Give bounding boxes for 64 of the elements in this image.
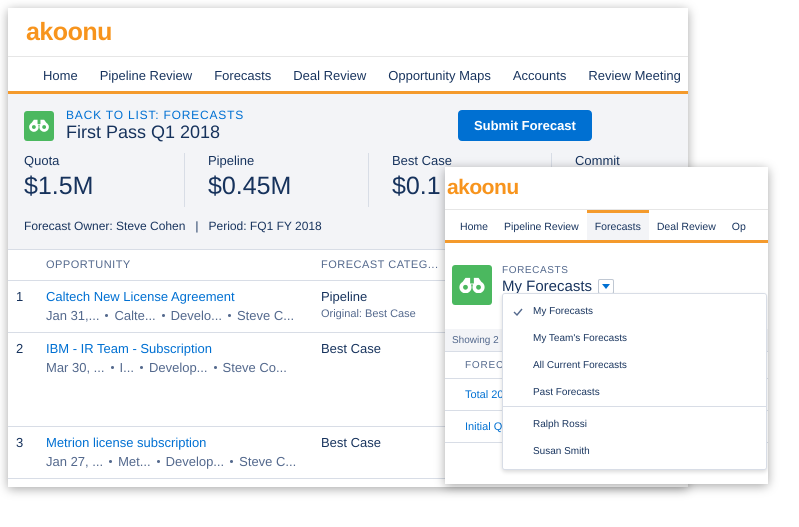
stat-value: $1.5M — [24, 172, 94, 201]
nav-tab[interactable]: Deal Review — [282, 57, 378, 91]
record-count: Showing 2 — [452, 334, 499, 346]
nav-tab[interactable]: Pipeline Review — [88, 57, 204, 91]
meta-text: Steve C... — [239, 454, 296, 469]
back-link[interactable]: BACK TO LIST: FORECASTS — [66, 108, 244, 122]
stat-label: Commit — [575, 153, 620, 168]
meta-text: Steve C... — [236, 308, 294, 323]
meta-text: Mar 30, ... — [46, 360, 105, 375]
stat-label: Quota — [24, 153, 60, 168]
submit-button[interactable]: Submit Forecast — [458, 110, 592, 141]
opportunity-link[interactable]: IBM - IR Team - Subscription — [46, 341, 212, 356]
menu-item[interactable]: My Forecasts — [503, 298, 766, 325]
nav-tab[interactable]: Home — [452, 210, 496, 240]
meta-text: I... — [120, 360, 134, 375]
nav-tab[interactable]: Accounts — [502, 57, 578, 91]
menu-item[interactable]: Past Forecasts — [503, 379, 766, 406]
category-cell: Pipeline — [321, 289, 368, 304]
stat-value: $0.1 — [392, 172, 441, 201]
owner-text: Forecast Owner: Steve Cohen — [24, 219, 186, 233]
menu-item[interactable]: My Team's Forecasts — [503, 325, 766, 352]
logo: akoonu — [26, 18, 112, 46]
nav-tab[interactable]: Forecasts — [203, 57, 282, 91]
column-header: OPPORTUNITY — [46, 259, 131, 271]
category-cell: Best Case — [321, 435, 381, 450]
opportunity-link[interactable]: Caltech New License Agreement — [46, 289, 235, 304]
stat-label: Pipeline — [208, 153, 254, 168]
period-text: Period: FQ1 FY 2018 — [208, 219, 322, 233]
nav-tab[interactable]: Opportunity Maps — [377, 57, 502, 91]
column-header: FORECAST CATEG... — [321, 259, 438, 271]
meta-text: Develop... — [148, 360, 208, 375]
meta-text: Develop... — [166, 454, 224, 469]
binoculars-icon — [28, 118, 50, 132]
menu-item[interactable]: Ralph Rossi — [503, 411, 766, 438]
nav-tab[interactable]: Forecasts — [586, 210, 649, 240]
meta-text: Met... — [118, 454, 151, 469]
menu-item[interactable]: All Current Forecasts — [503, 352, 766, 379]
stat-label: Best Case — [392, 153, 452, 168]
eyebrow-label: FORECASTS — [502, 265, 570, 276]
row-number: 3 — [15, 435, 24, 452]
original-note: Original: Best Case — [321, 308, 416, 320]
page-title: First Pass Q1 2018 — [66, 122, 222, 143]
nav-tab[interactable]: Deal Review — [648, 210, 724, 240]
meta-text: Jan 31,... — [46, 308, 100, 323]
separator: | — [195, 219, 199, 233]
opportunity-link[interactable]: Metrion license subscription — [46, 435, 206, 450]
meta-text: Steve Co... — [222, 360, 287, 375]
stat-value: $0.45M — [208, 172, 292, 201]
nav-tab[interactable]: Op — [724, 210, 754, 240]
caret-down-icon — [602, 284, 610, 289]
row-number: 2 — [15, 341, 24, 358]
binoculars-icon — [458, 276, 486, 294]
forecast-link[interactable]: Initial Q — [465, 420, 502, 432]
logo: akoonu — [447, 176, 519, 200]
column-header: FOREC — [465, 360, 504, 370]
meta-text: Develo... — [170, 308, 222, 323]
nav-tab[interactable]: Review Meeting — [577, 57, 688, 91]
meta-text: Calte... — [114, 308, 156, 323]
nav-tab[interactable]: Pipeline Review — [496, 210, 587, 240]
menu-item[interactable]: Susan Smith — [503, 438, 766, 465]
category-cell: Best Case — [321, 341, 381, 356]
row-number: 1 — [15, 289, 24, 306]
meta-text: Jan 27, ... — [46, 454, 104, 469]
nav-tab[interactable]: Home — [32, 57, 89, 91]
